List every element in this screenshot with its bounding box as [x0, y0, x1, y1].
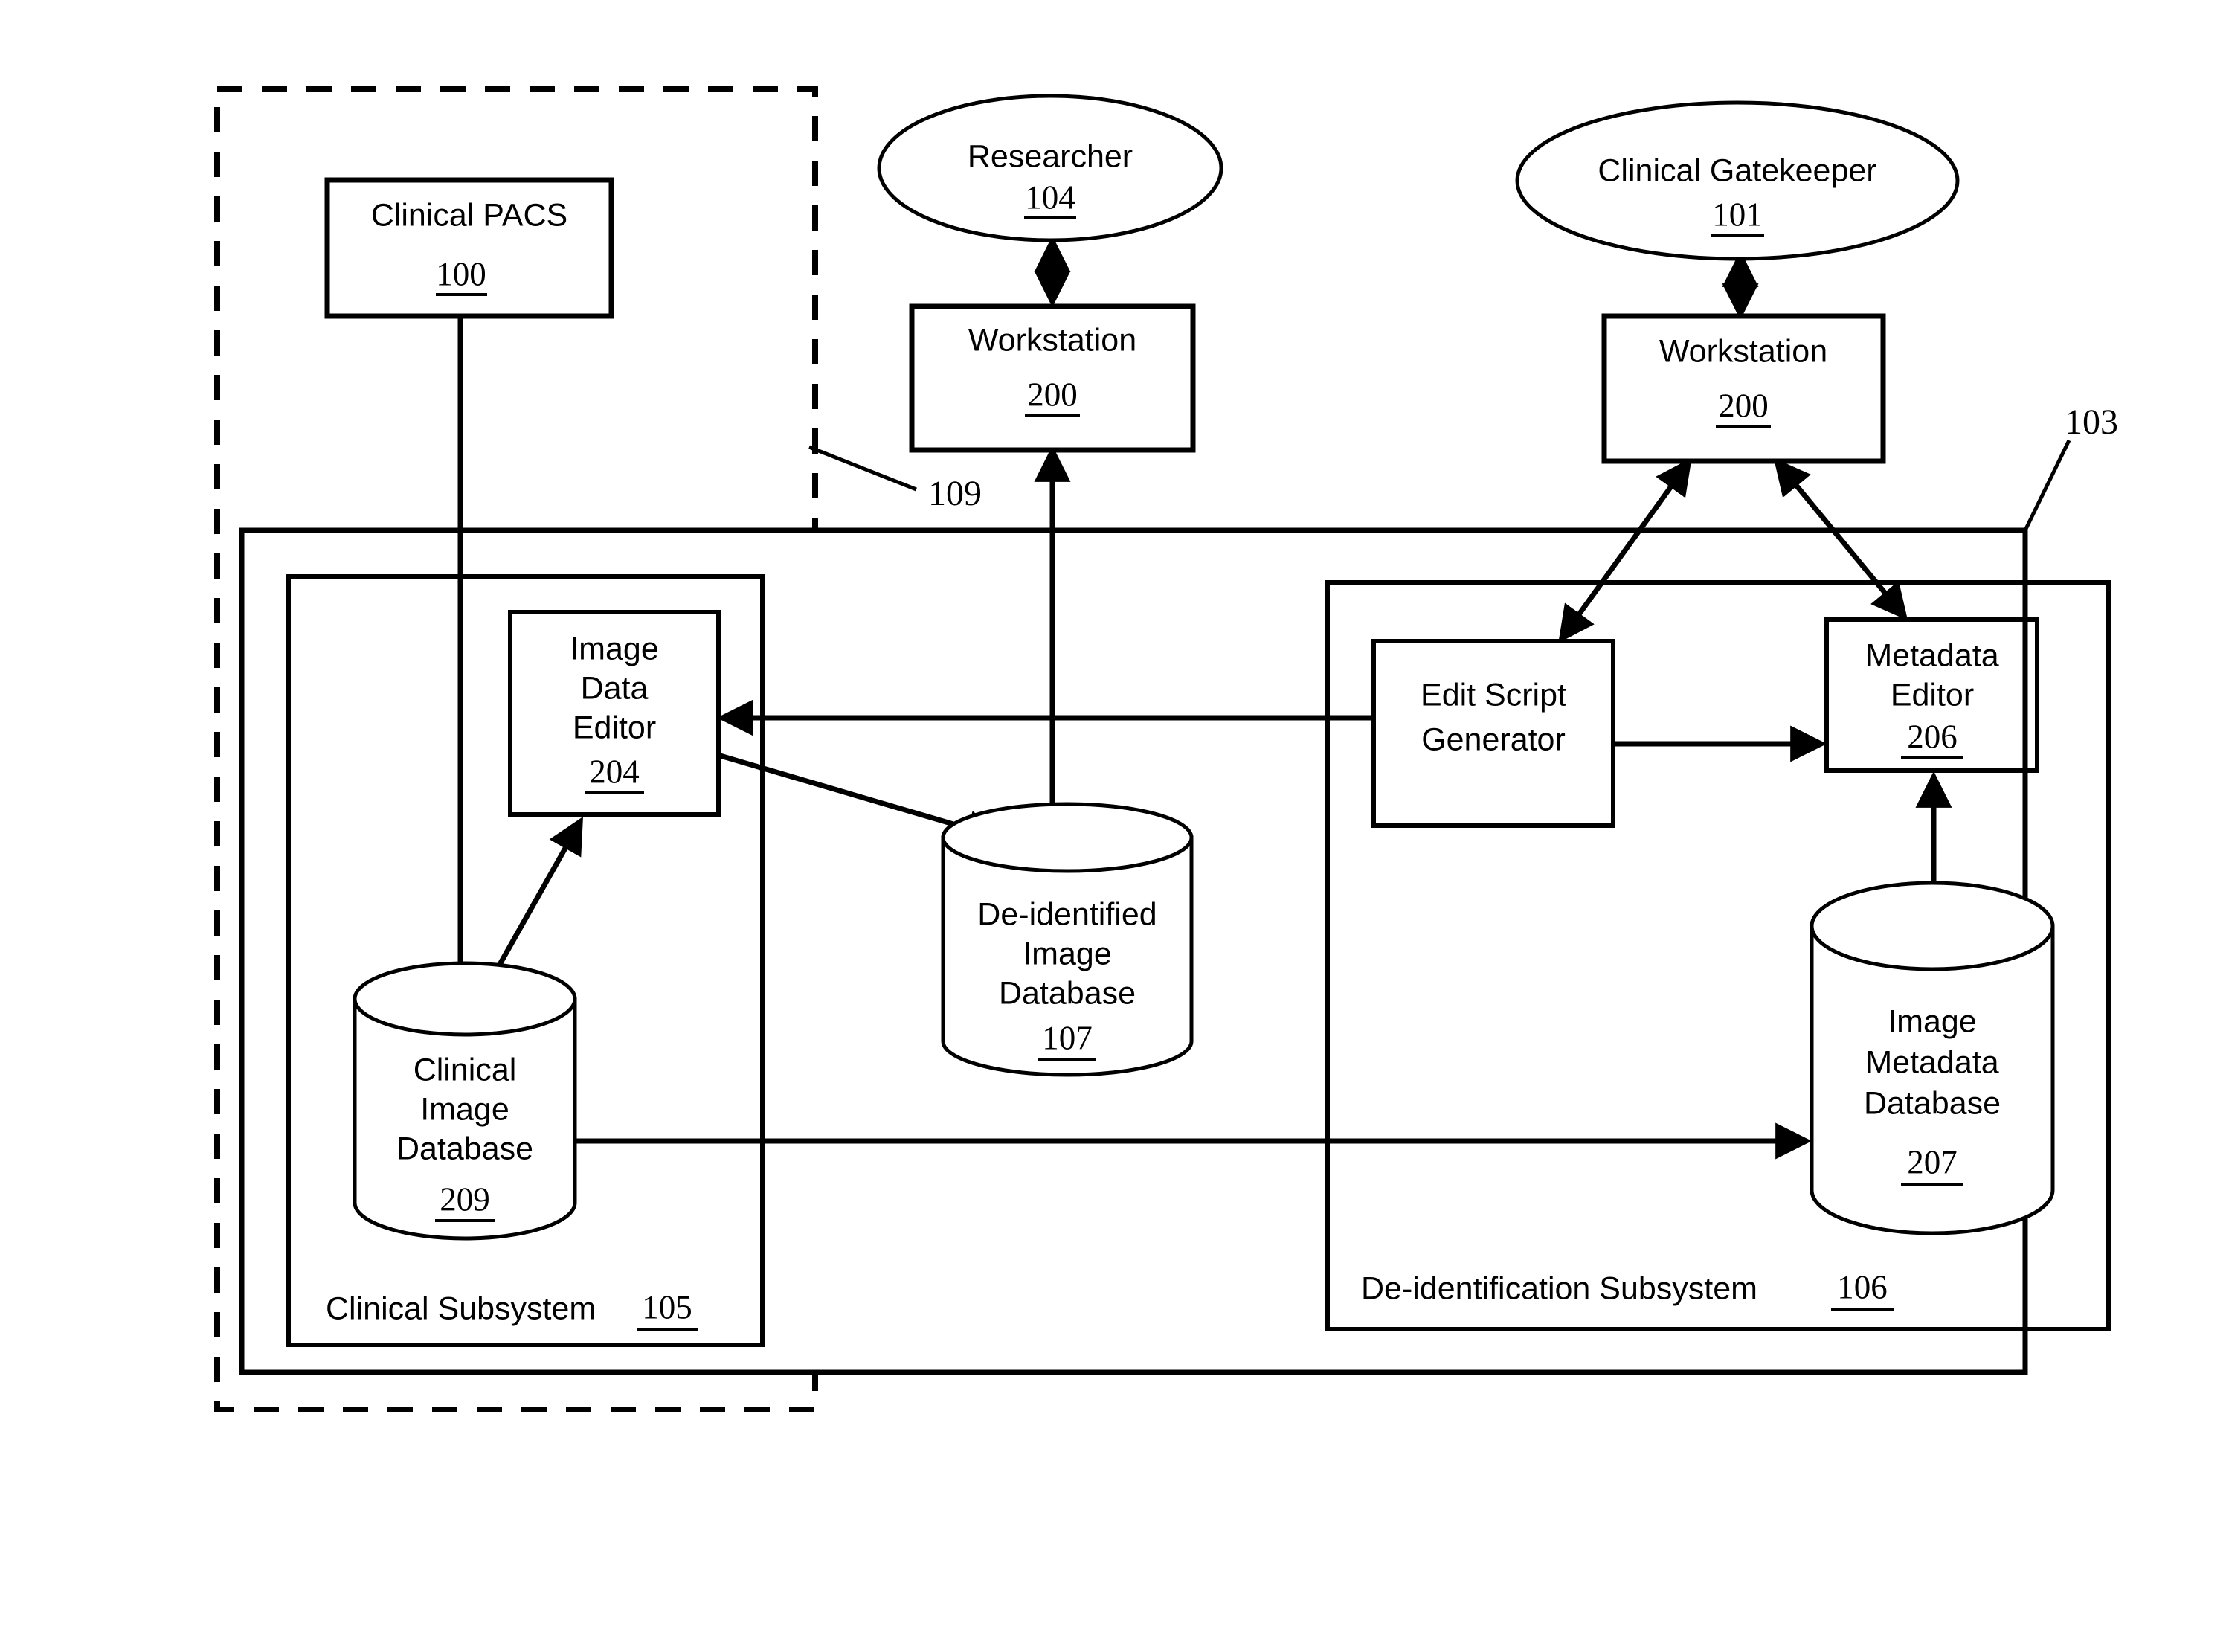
- node-workstation-gatekeeper[interactable]: Workstation 200: [1601, 313, 1886, 464]
- clinical-pacs-ref: 100: [436, 255, 486, 292]
- patent-figure-canvas: Clinical PACS 100 Researcher 104 Worksta…: [0, 0, 2226, 1652]
- researcher-label: Researcher: [968, 138, 1133, 174]
- callout-109: 109: [808, 445, 982, 513]
- researcher-ref: 104: [1025, 179, 1075, 216]
- workstation-researcher-label: Workstation: [968, 322, 1136, 358]
- workstation-gatekeeper-ref: 200: [1718, 387, 1769, 424]
- clinical-image-db-line3: Database: [396, 1131, 533, 1166]
- callout-103: 103: [2023, 402, 2118, 532]
- image-data-editor-line3: Editor: [573, 710, 656, 745]
- clinical-subsystem-label: Clinical Subsystem: [326, 1291, 596, 1326]
- metadata-editor-ref: 206: [1907, 718, 1958, 755]
- edit-script-generator-line1: Edit Script: [1421, 677, 1566, 713]
- image-data-editor-line1: Image: [570, 631, 659, 666]
- image-metadata-db-line3: Database: [1864, 1085, 2001, 1121]
- deid-image-db-line3: Database: [999, 975, 1136, 1011]
- diagram-svg: Clinical PACS 100 Researcher 104 Worksta…: [214, 86, 2118, 1412]
- node-workstation-researcher[interactable]: Workstation 200: [909, 303, 1196, 453]
- deidentification-subsystem-label: De-identification Subsystem: [1361, 1270, 1757, 1306]
- database-deidentified-image[interactable]: De-identified Image Database 107: [941, 802, 1194, 1077]
- deid-image-db-line2: Image: [1023, 936, 1112, 971]
- workstation-gatekeeper-label: Workstation: [1659, 333, 1827, 369]
- node-clinical-pacs[interactable]: Clinical PACS 100: [324, 177, 614, 319]
- deid-image-db-line1: De-identified: [977, 896, 1157, 932]
- image-data-editor-line2: Data: [581, 670, 649, 706]
- clinical-pacs-label: Clinical PACS: [371, 197, 567, 233]
- clinical-image-db-line1: Clinical: [414, 1052, 517, 1087]
- metadata-editor-line2: Editor: [1891, 677, 1974, 713]
- image-metadata-db-line2: Metadata: [1865, 1044, 1998, 1080]
- clinical-subsystem-ref: 105: [642, 1288, 692, 1325]
- clinical-subsystem-caption: Clinical Subsystem 105: [326, 1288, 698, 1331]
- actor-researcher[interactable]: Researcher 104: [877, 94, 1223, 242]
- image-metadata-db-ref: 207: [1907, 1143, 1958, 1180]
- database-clinical-image[interactable]: Clinical Image Database 209: [353, 961, 577, 1241]
- clinical-image-db-line2: Image: [420, 1091, 509, 1127]
- image-data-editor-ref: 204: [589, 753, 640, 790]
- callout-103-ref: 103: [2065, 402, 2118, 442]
- gatekeeper-ref: 101: [1712, 196, 1763, 233]
- image-metadata-db-line1: Image: [1888, 1003, 1977, 1039]
- deid-image-db-ref: 107: [1042, 1019, 1093, 1056]
- database-image-metadata[interactable]: Image Metadata Database 207: [1810, 881, 2055, 1235]
- callout-109-ref: 109: [928, 474, 982, 513]
- metadata-editor-line1: Metadata: [1865, 637, 1998, 673]
- deidentification-subsystem-ref: 106: [1837, 1268, 1888, 1305]
- edit-script-generator-line2: Generator: [1421, 721, 1566, 757]
- gatekeeper-label: Clinical Gatekeeper: [1598, 152, 1876, 188]
- clinical-image-db-ref: 209: [440, 1180, 490, 1218]
- actor-clinical-gatekeeper[interactable]: Clinical Gatekeeper 101: [1515, 100, 1960, 261]
- workstation-researcher-ref: 200: [1027, 376, 1078, 413]
